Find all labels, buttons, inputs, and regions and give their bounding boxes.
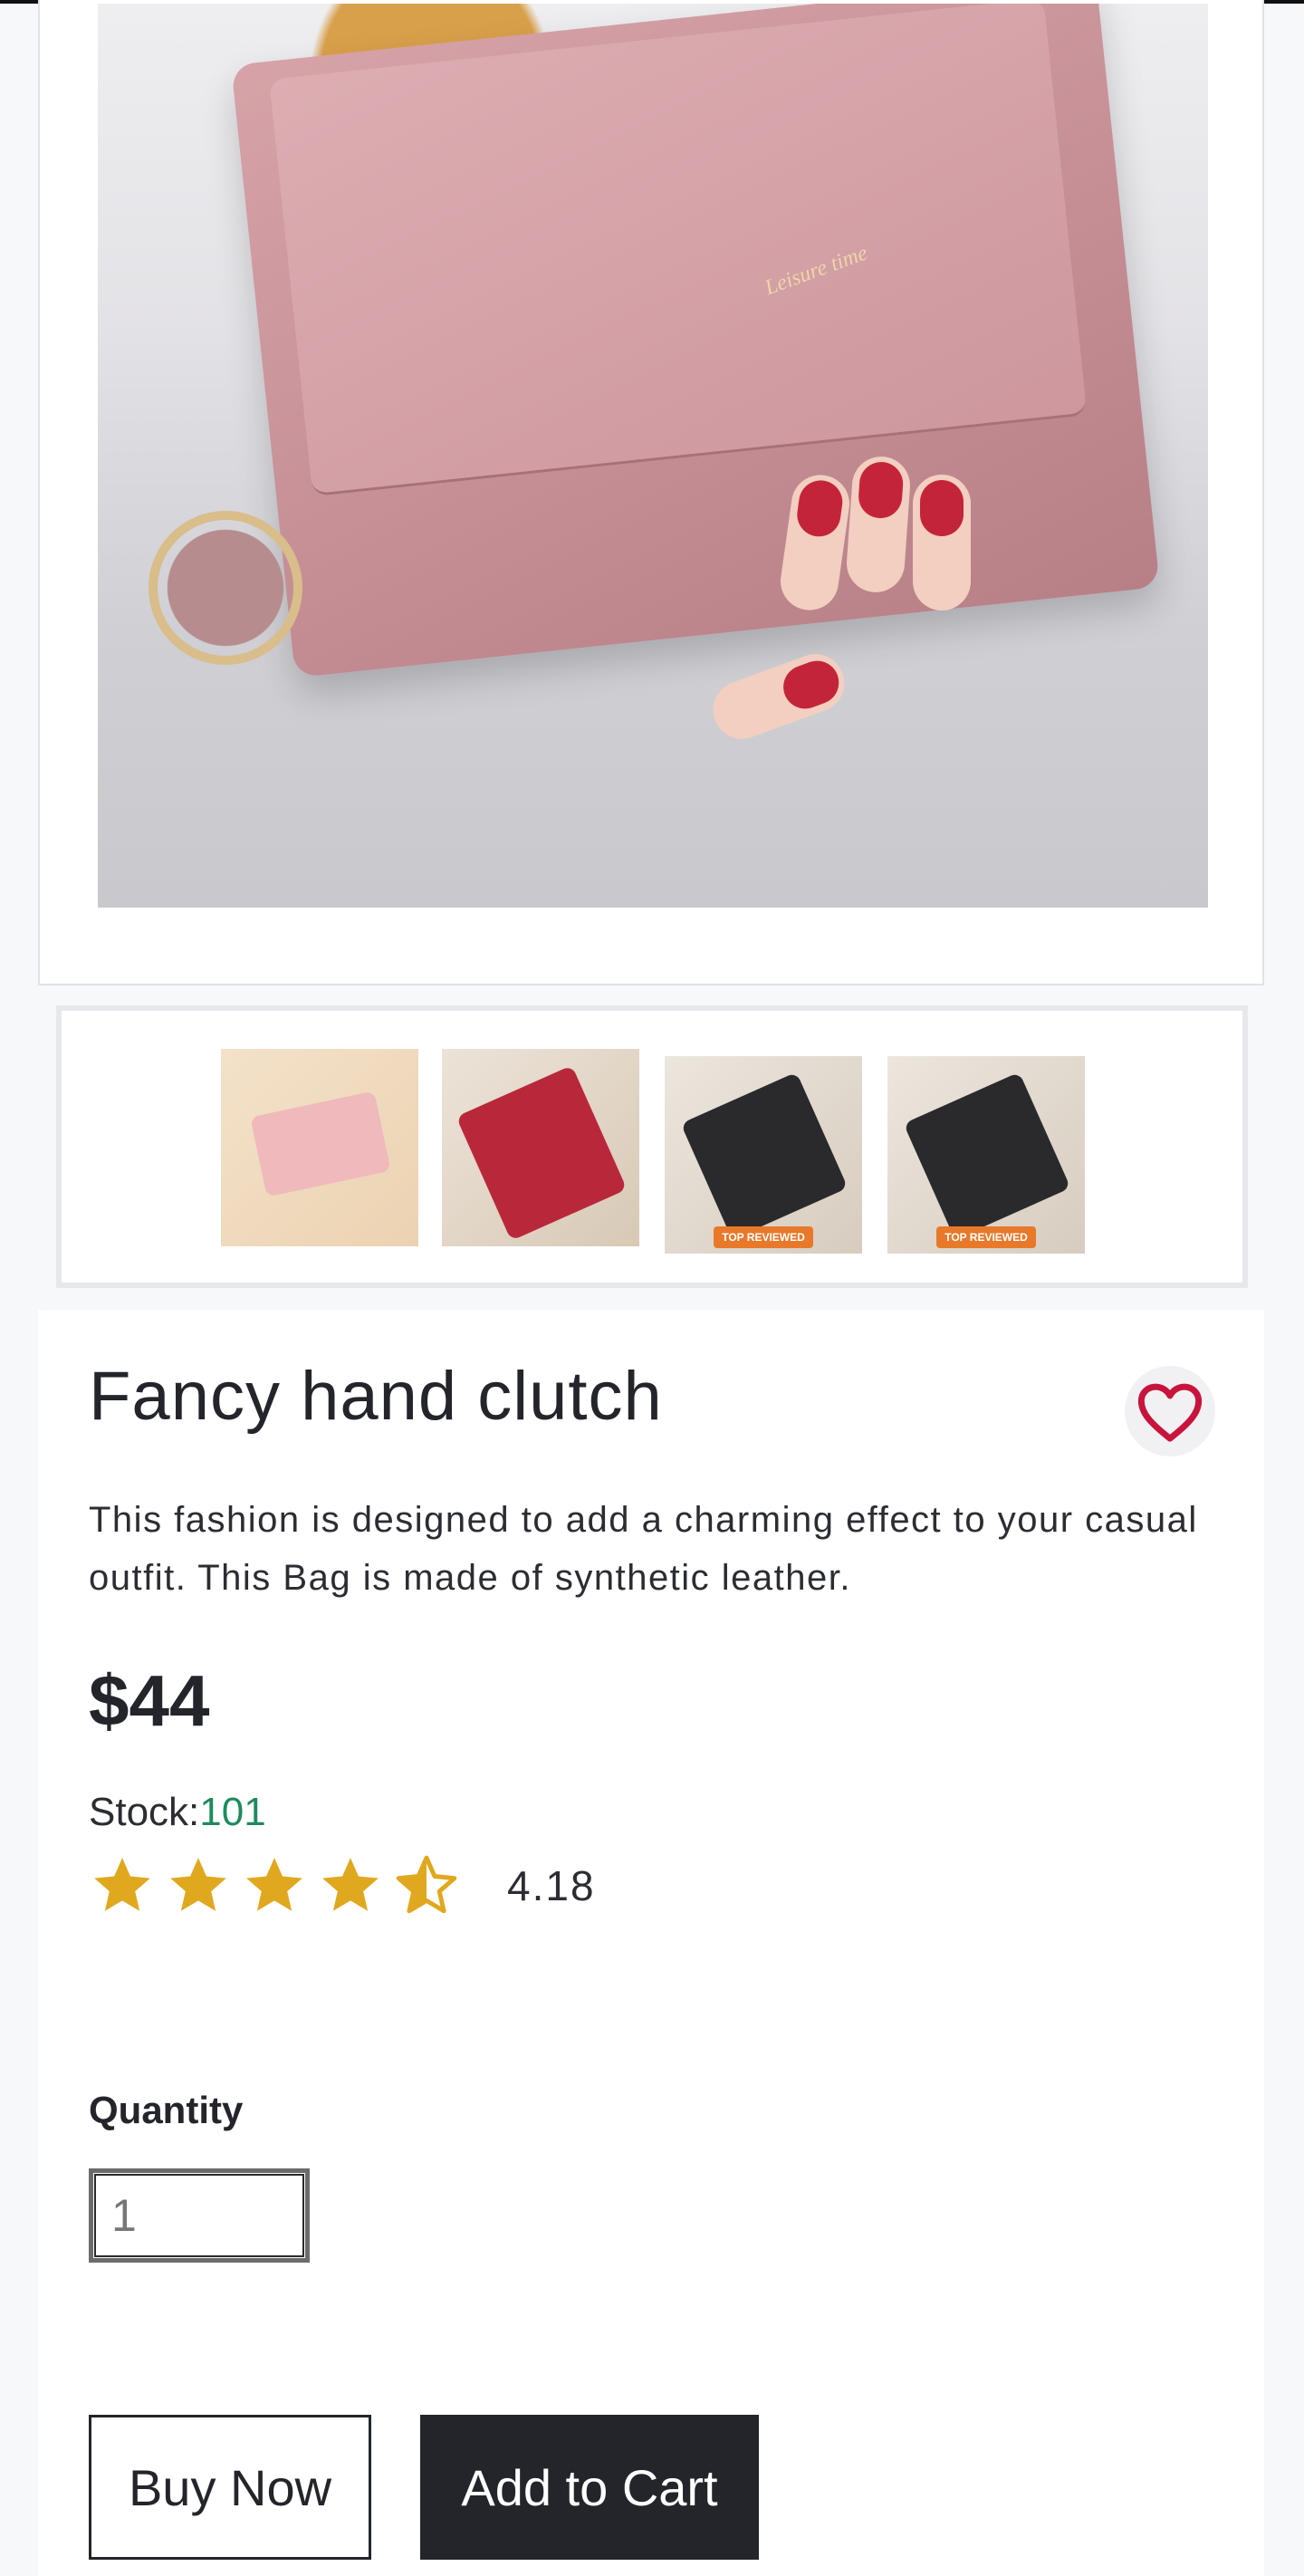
quantity-label: Quantity bbox=[89, 2089, 244, 2131]
product-title: Fancy hand clutch bbox=[89, 1358, 663, 1435]
star-icon bbox=[94, 1858, 150, 1911]
product-description: This fashion is designed to add a charmi… bbox=[89, 1500, 1198, 1598]
product-info-card: Fancy hand clutch This fashion is design… bbox=[38, 1310, 1264, 2576]
wallet-flap bbox=[268, 4, 1088, 497]
product-price: $44 bbox=[89, 1660, 210, 1741]
add-to-cart-button[interactable]: Add to Cart bbox=[420, 2415, 759, 2560]
finger bbox=[844, 454, 913, 595]
half-star-icon bbox=[396, 1855, 457, 1914]
star-icon bbox=[246, 1858, 302, 1911]
buy-now-button[interactable]: Buy Now bbox=[89, 2415, 371, 2560]
rating-value: 4.18 bbox=[507, 1862, 596, 1909]
main-image-card: Leisure time bbox=[38, 0, 1264, 985]
quantity-input[interactable] bbox=[89, 2168, 310, 2263]
keyring bbox=[149, 511, 302, 665]
thumbnail-badge: TOP REVIEWED bbox=[714, 1226, 813, 1248]
stock-count: 101 bbox=[199, 1790, 266, 1834]
finger bbox=[913, 475, 971, 610]
star-icon bbox=[170, 1858, 226, 1911]
thumbnail-badge: TOP REVIEWED bbox=[936, 1226, 1036, 1248]
stock-info: Stock:101 bbox=[89, 1790, 266, 1835]
thumbnail-4[interactable]: TOP REVIEWED bbox=[887, 1056, 1085, 1254]
heart-icon bbox=[1137, 1383, 1203, 1442]
wishlist-button[interactable] bbox=[1125, 1366, 1215, 1456]
rating: 4.18 bbox=[89, 1850, 596, 1922]
product-main-image: Leisure time bbox=[98, 4, 1208, 908]
wallet-illustration: Leisure time bbox=[231, 4, 1160, 678]
star-icon bbox=[322, 1858, 379, 1911]
finger bbox=[705, 646, 853, 747]
stock-label: Stock: bbox=[89, 1790, 200, 1834]
thumbnail-3[interactable]: TOP REVIEWED bbox=[665, 1056, 862, 1254]
thumbnail-1[interactable] bbox=[221, 1049, 418, 1246]
thumbnail-strip: TOP REVIEWED TOP REVIEWED bbox=[56, 1005, 1248, 1288]
thumbnail-2[interactable] bbox=[442, 1049, 639, 1246]
